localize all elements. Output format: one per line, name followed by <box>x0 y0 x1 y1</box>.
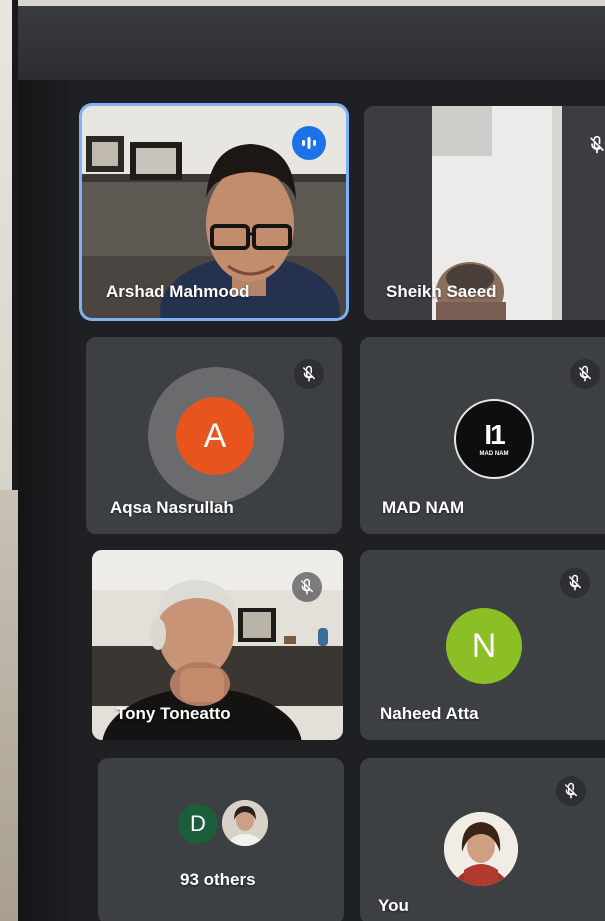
participant-tile-arshad-mahmood[interactable]: Arshad Mahmood <box>82 106 346 318</box>
self-tile[interactable]: You <box>360 758 605 921</box>
desk-background <box>0 0 18 921</box>
mic-off-icon <box>570 359 600 389</box>
mic-off-icon <box>294 359 324 389</box>
mic-off-icon <box>556 776 586 806</box>
grid-margin <box>18 80 70 921</box>
participant-name: Tony Toneatto <box>116 704 231 723</box>
participant-tile-naheed-atta[interactable]: N Naheed Atta <box>360 550 605 740</box>
speaking-indicator-icon <box>292 126 326 160</box>
participant-name: MAD NAM <box>382 498 465 517</box>
participant-tile-tony-toneatto[interactable]: Tony Toneatto <box>92 550 343 740</box>
mic-off-icon <box>560 568 590 598</box>
mic-off-icon <box>292 572 322 602</box>
mad-nam-logo: I1 MAD NAM <box>454 399 534 479</box>
others-count-label: 93 others <box>180 870 256 889</box>
participant-tile-mad-nam[interactable]: I1 MAD NAM MAD NAM <box>360 337 605 534</box>
participant-tile-aqsa-nasrullah[interactable]: A Aqsa Nasrullah <box>86 337 342 534</box>
participant-name: Sheikh Saeed <box>386 282 497 301</box>
meeting-screen: Arshad Mahmood Sheikh Saeed A Aqsa Nasru… <box>18 6 605 921</box>
participant-tile-sheikh-saeed[interactable]: Sheikh Saeed <box>364 106 605 320</box>
avatar-photo <box>444 812 518 886</box>
avatar: D <box>178 804 218 844</box>
participant-name: Naheed Atta <box>380 704 479 723</box>
avatar: A <box>176 397 254 475</box>
avatar-photo <box>222 800 268 846</box>
avatar: N <box>446 608 522 684</box>
participant-name: Aqsa Nasrullah <box>110 498 234 517</box>
top-bar <box>18 6 605 80</box>
participant-name: Arshad Mahmood <box>106 282 250 301</box>
mic-off-icon <box>582 130 605 160</box>
self-label: You <box>378 896 409 915</box>
others-tile[interactable]: D 93 others <box>98 758 344 921</box>
